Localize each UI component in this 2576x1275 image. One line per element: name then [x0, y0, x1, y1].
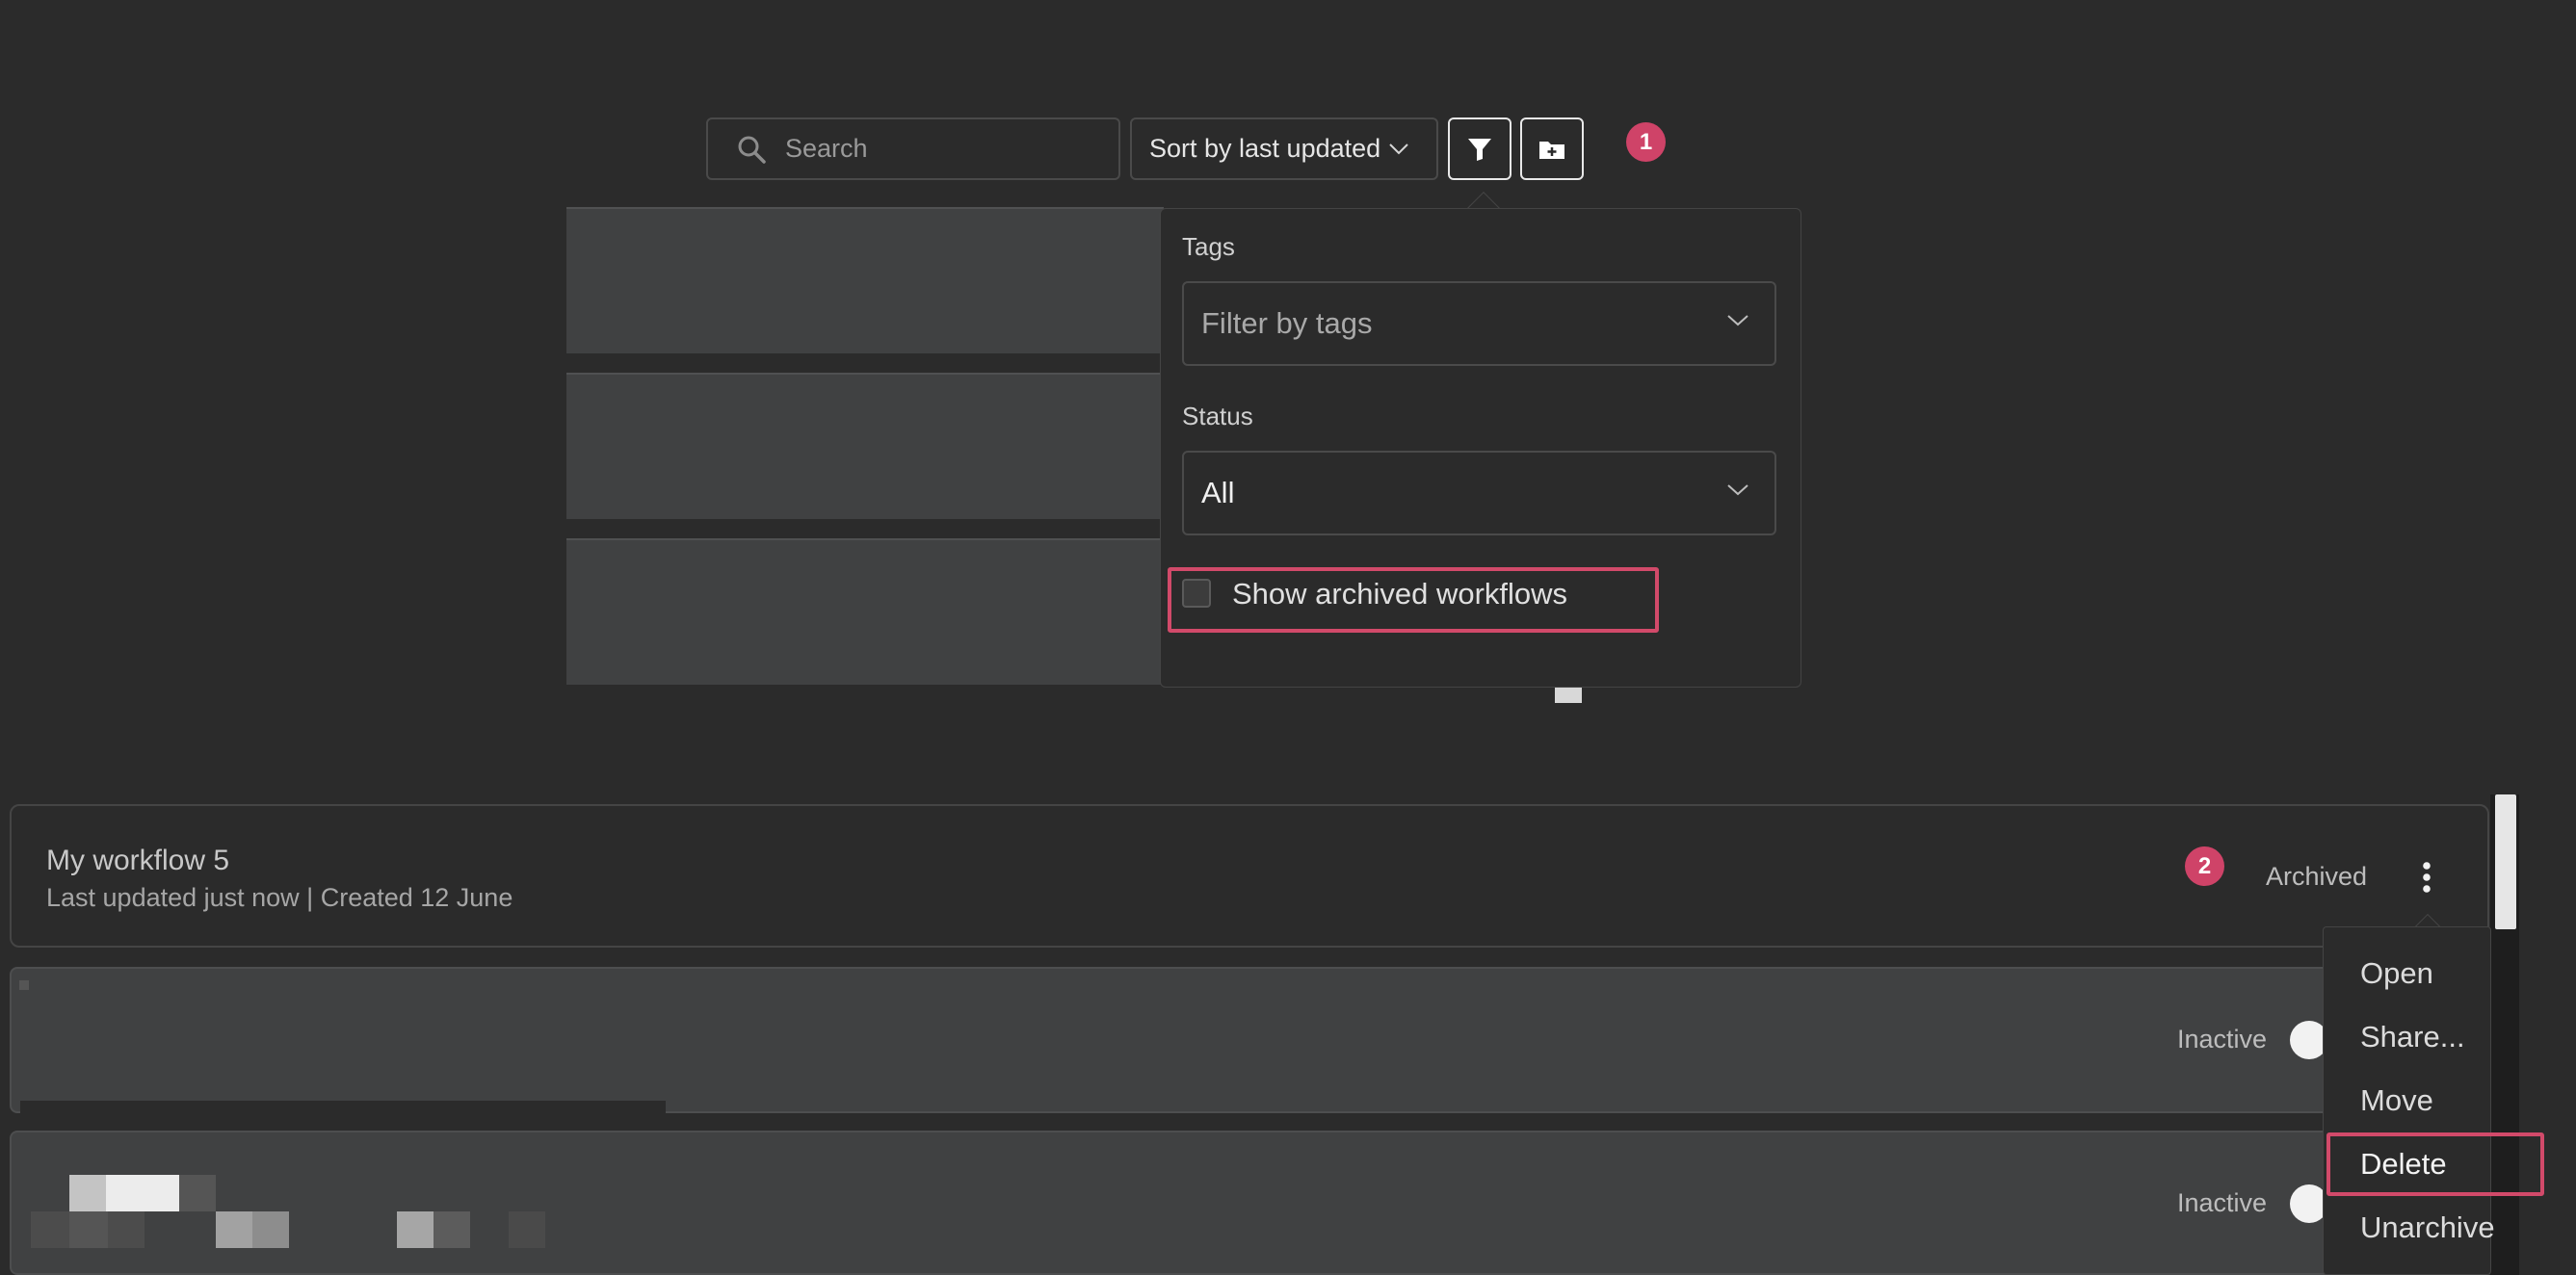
list-item-placeholder	[566, 373, 1164, 519]
step-badge-2: 2	[2185, 846, 2224, 886]
redacted-pixel	[31, 1211, 69, 1248]
redacted-pixel	[69, 1211, 108, 1248]
new-folder-button[interactable]	[1520, 117, 1584, 180]
chevron-down-icon	[1389, 143, 1408, 154]
funnel-icon	[1468, 138, 1491, 161]
redacted-pixel	[179, 1175, 216, 1211]
status-select[interactable]: All	[1182, 451, 1776, 535]
redacted-pixel	[509, 1211, 545, 1248]
workflow-status: Inactive	[2177, 1188, 2268, 1217]
list-item-placeholder	[566, 207, 1164, 353]
search-box[interactable]	[706, 117, 1120, 180]
menu-item-unarchive[interactable]: Unarchive	[2360, 1210, 2495, 1245]
redacted-pixel	[252, 1211, 289, 1248]
filter-button[interactable]	[1448, 117, 1511, 180]
tags-select[interactable]: Filter by tags	[1182, 281, 1776, 366]
sort-label: Sort by last updated	[1149, 134, 1381, 163]
status-value: All	[1201, 476, 1235, 509]
menu-item-move[interactable]: Move	[2360, 1083, 2433, 1118]
show-archived-label[interactable]: Show archived workflows	[1232, 577, 1567, 611]
filter-popover: Tags Filter by tags Status All Show arch…	[1160, 208, 1801, 688]
tags-label: Tags	[1182, 232, 1235, 261]
workflow-card-archived[interactable]: My workflow 5 Last updated just now | Cr…	[10, 804, 2489, 948]
redacted-pixel	[434, 1211, 470, 1248]
scrollbar-thumb[interactable]	[2495, 794, 2516, 929]
workflow-subtitle: Last updated just now | Created 12 June	[46, 883, 513, 912]
workflow-context-menu: Open Share... Move Delete Unarchive	[2323, 926, 2544, 1275]
workflow-title[interactable]: My workflow 5	[46, 845, 229, 877]
step-badge-1: 1	[1626, 122, 1666, 162]
redacted-pixel	[397, 1211, 434, 1248]
search-icon	[738, 136, 766, 164]
status-label: Status	[1182, 402, 1253, 430]
redacted-pixel	[69, 1175, 106, 1211]
redacted-pixel	[19, 980, 29, 990]
menu-item-delete[interactable]: Delete	[2360, 1147, 2447, 1182]
workflow-row[interactable]: Inactive	[10, 1131, 2489, 1275]
workflow-status: Inactive	[2177, 1025, 2268, 1054]
folder-plus-icon	[1539, 141, 1564, 159]
vertical-dots-icon[interactable]	[2420, 862, 2433, 895]
search-input[interactable]	[785, 134, 1074, 164]
chevron-down-icon	[1727, 315, 1748, 326]
list-item-placeholder	[566, 538, 1164, 685]
workflow-row[interactable]: Inactive	[10, 967, 2489, 1113]
menu-item-share[interactable]: Share...	[2360, 1020, 2465, 1054]
scroll-fragment	[1555, 688, 1582, 703]
redacted-pixel	[106, 1175, 179, 1211]
chevron-down-icon	[1727, 484, 1748, 496]
show-archived-checkbox[interactable]	[1182, 579, 1211, 608]
sort-dropdown[interactable]: Sort by last updated	[1130, 117, 1438, 180]
redacted-pixel	[216, 1211, 252, 1248]
status-badge: Archived	[2266, 862, 2368, 891]
redacted-pixel	[108, 1211, 145, 1248]
menu-item-open[interactable]: Open	[2360, 956, 2433, 991]
tags-placeholder: Filter by tags	[1201, 306, 1373, 340]
